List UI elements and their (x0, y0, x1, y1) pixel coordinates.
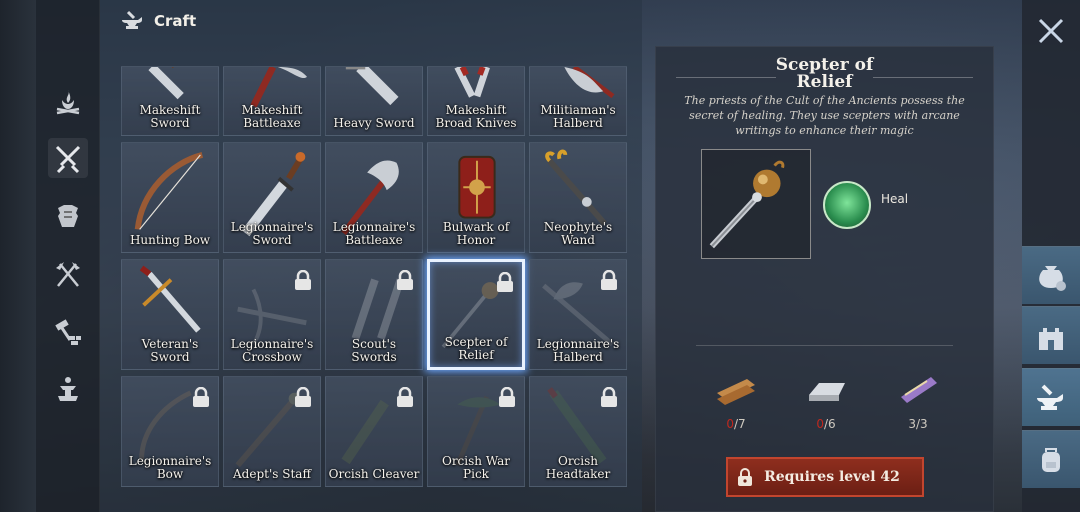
material-have: 0 (726, 417, 734, 431)
recipe-name: Makeshift Broad Knives (435, 103, 517, 130)
lock-icon (397, 387, 413, 407)
heal-skill-icon[interactable] (823, 181, 871, 229)
craft-tab-button[interactable] (1022, 368, 1080, 426)
material-count: 0/6 (796, 417, 856, 431)
recipe-tile[interactable]: Makeshift Sword (121, 66, 219, 136)
castle-button[interactable] (1022, 306, 1080, 364)
recipe-tile[interactable]: Orcish War Pick (427, 376, 525, 487)
material-count: 3/3 (888, 417, 948, 431)
campfire-icon[interactable] (48, 82, 88, 122)
recipe-tile[interactable]: Orcish Headtaker (529, 376, 627, 487)
recipe-tile[interactable]: Veteran's Sword (121, 259, 219, 370)
recipe-name: Orcish Headtaker (545, 454, 611, 481)
recipe-name: Orcish War Pick (441, 454, 510, 481)
recipe-tile[interactable]: Hunting Bow (121, 142, 219, 253)
recipe-tile[interactable]: Makeshift Battleaxe (223, 66, 321, 136)
material-count: 0/7 (706, 417, 766, 431)
material-need: /6 (823, 417, 836, 431)
lock-icon (601, 270, 617, 290)
recipe-tile[interactable]: Orcish Cleaver (325, 376, 423, 487)
recipe-name: Heavy Sword (333, 116, 415, 130)
recipe-name: Scepter of Relief (444, 335, 508, 362)
recipe-detail-panel: Scepter of Relief The priests of the Cul… (655, 46, 994, 512)
craft-header: Craft (120, 8, 196, 34)
recipe-name: Legionnaire's Battleaxe (332, 220, 416, 247)
fountain-icon[interactable] (48, 370, 88, 410)
material-need: /3 (915, 417, 928, 431)
recipe-name: Veteran's Sword (141, 337, 199, 364)
lock-icon (295, 270, 311, 290)
recipe-tile[interactable]: Legionnaire's Halberd (529, 259, 627, 370)
recipe-name: Hunting Bow (129, 233, 211, 247)
recipe-name: Legionnaire's Crossbow (230, 337, 314, 364)
recipe-name: Orcish Cleaver (328, 467, 420, 481)
requires-level-label: Requires level 42 (764, 469, 900, 485)
item-description: The priests of the Cult of the Ancients … (684, 94, 965, 137)
anvil-hammer-icon (122, 10, 142, 29)
material-scroll: 3/3 (888, 369, 948, 431)
recipe-tile[interactable]: Militiaman's Halberd (529, 66, 627, 136)
backpack-icon (1042, 447, 1060, 472)
recipe-name: Adept's Staff (233, 467, 311, 481)
close-icon[interactable] (1036, 16, 1066, 46)
recipe-name: Makeshift Sword (139, 103, 201, 130)
coin-bag-icon (1039, 265, 1066, 291)
recipe-name: Legionnaire's Halberd (536, 337, 620, 364)
castle-icon (1039, 327, 1063, 350)
item-title: Scepter of Relief (775, 55, 874, 92)
material-have: 0 (816, 417, 824, 431)
recipe-tile[interactable]: Legionnaire's Battleaxe (325, 142, 423, 253)
iron-ingot-icon (809, 383, 845, 401)
recipe-name: Neophyte's Wand (543, 220, 613, 247)
recipe-name: Makeshift Battleaxe (241, 103, 303, 130)
skill-name: Heal (881, 192, 909, 206)
recipe-tile[interactable]: Heavy Sword (325, 66, 423, 136)
material-wood: 0/7 (706, 369, 766, 431)
crossed-axes-icon[interactable] (48, 254, 88, 294)
recipe-grid: Makeshift Sword Makeshift Battleaxe Heav… (121, 66, 631, 487)
recipe-tile[interactable]: Legionnaire's Bow (121, 376, 219, 487)
recipe-tile[interactable]: Legionnaire's Crossbow (223, 259, 321, 370)
lock-icon (738, 468, 752, 486)
scepter-icon (709, 160, 785, 249)
lock-icon (499, 387, 515, 407)
recipe-name: Bulwark of Honor (442, 220, 510, 247)
armor-icon[interactable] (48, 196, 88, 236)
lock-icon (295, 387, 311, 407)
recipe-tile[interactable]: Bulwark of Honor (427, 142, 525, 253)
anvil-hammer-icon (1037, 384, 1063, 410)
recipe-name: Legionnaire's Bow (128, 454, 212, 481)
lock-icon (397, 270, 413, 290)
recipe-name: Scout's Swords (351, 337, 397, 364)
recipe-tile[interactable]: Legionnaire's Sword (223, 142, 321, 253)
scroll-icon (901, 377, 937, 403)
lock-icon (601, 387, 617, 407)
recipe-tile[interactable]: Scout's Swords (325, 259, 423, 370)
inventory-button[interactable] (1022, 430, 1080, 488)
hammer-bricks-icon[interactable] (48, 312, 88, 352)
recipe-name: Legionnaire's Sword (230, 220, 314, 247)
lock-icon (193, 387, 209, 407)
requires-level-button[interactable]: Requires level 42 (726, 457, 924, 497)
recipe-tile[interactable]: Neophyte's Wand (529, 142, 627, 253)
wood-planks-icon (717, 379, 755, 405)
divider (696, 345, 953, 346)
category-sidebar (36, 0, 100, 512)
left-edge (0, 0, 36, 512)
recipe-tile[interactable]: Adept's Staff (223, 376, 321, 487)
material-have: 3 (908, 417, 916, 431)
item-preview (701, 149, 811, 259)
crossed-swords-icon[interactable] (48, 138, 88, 178)
material-iron: 0/6 (796, 369, 856, 431)
recipe-tile[interactable]: Makeshift Broad Knives (427, 66, 525, 136)
recipe-tile-selected[interactable]: Scepter of Relief (427, 259, 525, 370)
material-need: /7 (733, 417, 746, 431)
lock-icon (497, 272, 513, 292)
recipe-name: Militiaman's Halberd (540, 103, 616, 130)
coin-bag-button[interactable] (1022, 246, 1080, 304)
page-title: Craft (154, 12, 197, 30)
